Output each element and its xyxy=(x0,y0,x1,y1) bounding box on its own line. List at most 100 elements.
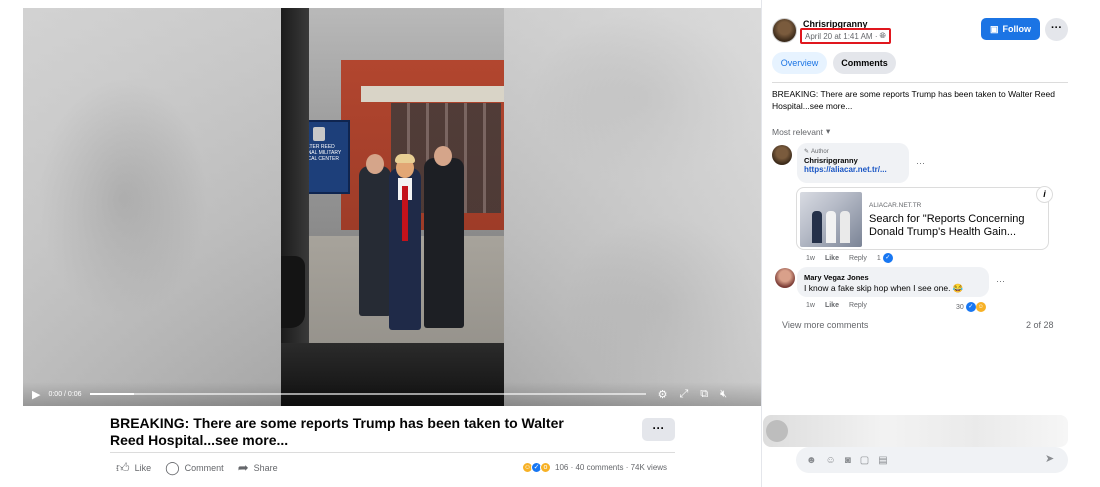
like-button[interactable]: 👍︎ Like xyxy=(116,460,151,476)
link-thumbnail xyxy=(800,192,862,247)
comment-reply-button[interactable]: Reply xyxy=(849,255,867,262)
car-mirror xyxy=(281,256,305,328)
video-progress-bar[interactable] xyxy=(89,393,646,395)
author-badge: ✎ Author xyxy=(804,148,902,156)
tab-comments[interactable]: Comments xyxy=(833,52,896,74)
share-arrow-icon: ➦ xyxy=(237,460,249,475)
reaction-count: 30 xyxy=(956,303,964,311)
comment-reaction-summary[interactable]: 30 ✓ ☺ xyxy=(956,302,986,312)
comment-bubble: Mary Vegaz Jones I know a fake skip hop … xyxy=(797,267,989,297)
comment-text: I know a fake skip hop when I see one. 😂 xyxy=(804,283,964,293)
panel-options-button[interactable]: ··· xyxy=(1045,18,1068,41)
link-title: Search for "Reports Concerning Donald Tr… xyxy=(869,213,1025,238)
video-blur-left xyxy=(23,8,281,406)
comment-meta: 1w Like Reply xyxy=(806,302,867,309)
thumbnail-figure xyxy=(812,211,822,243)
comment-reaction-count: 30 ✓ ☺ xyxy=(956,302,986,312)
timestamp-text: April 20 at 1:41 AM · xyxy=(805,31,878,41)
video-progress-fill xyxy=(89,393,135,395)
mute-volume-icon[interactable]: 🔇︎ xyxy=(720,388,727,401)
post-title[interactable]: BREAKING: There are some reports Trump h… xyxy=(110,415,580,449)
send-icon[interactable]: ➤ xyxy=(1045,452,1054,465)
info-icon[interactable]: i xyxy=(1036,186,1053,203)
comment-composer-toolbar[interactable]: ☻ ☺ ◙ ▢ ▤ xyxy=(796,447,1068,473)
emoji-icon[interactable]: ☺ xyxy=(826,455,836,466)
post-stats: ☺ ✓ o 106 · 40 comments · 74K views xyxy=(522,462,667,473)
comment-bubble: ✎ Author Chrisripgranny https://aliacar.… xyxy=(797,143,909,183)
gif-icon[interactable]: ▢ xyxy=(860,455,869,466)
picture-in-picture-icon[interactable]: ⧉ xyxy=(700,388,708,401)
comment-meta: 1w Like Reply 1 ✓ xyxy=(806,253,893,263)
page: WALTER REED NATIONAL MILITARY MEDICAL CE… xyxy=(0,0,1100,487)
settings-gear-icon[interactable]: ⚙ xyxy=(658,388,668,401)
link-preview-card[interactable]: ALIACAR.NET.TR Search for "Reports Conce… xyxy=(796,187,1049,250)
video-blur-right xyxy=(503,8,761,406)
comment-like-button[interactable]: Like xyxy=(825,302,839,309)
sign-crest-icon xyxy=(313,127,325,141)
share-button[interactable]: ➦ Share xyxy=(238,460,278,476)
follow-icon: ▣ xyxy=(989,23,999,34)
post-more-button[interactable]: ··· xyxy=(642,418,675,441)
reaction-icons[interactable]: ☺ ✓ o xyxy=(522,462,551,473)
pencil-icon: ✎ xyxy=(804,149,810,155)
reaction-count: 1 xyxy=(876,254,881,262)
author-badge-label: Author xyxy=(811,148,829,155)
person-right xyxy=(424,158,464,328)
divider xyxy=(110,452,675,453)
comment-more-button[interactable]: ··· xyxy=(996,276,1005,286)
link-domain: ALIACAR.NET.TR xyxy=(869,202,922,209)
share-label: Share xyxy=(253,463,278,473)
video-control-icons: ⚙ ⤢ ⧉ 🔇︎ xyxy=(658,388,727,401)
comment-age: 1w xyxy=(806,254,815,262)
person-left-head xyxy=(366,154,384,174)
thumbnail-figure xyxy=(826,211,836,243)
haha-reaction-icon: ☺ xyxy=(975,302,986,312)
thumbs-up-icon: 👍︎ xyxy=(116,460,130,475)
comment-label: Comment xyxy=(184,463,224,473)
like-label: Like xyxy=(134,463,152,473)
commenter-name[interactable]: Mary Vegaz Jones xyxy=(804,273,982,282)
commenter-name[interactable]: Chrisripgranny xyxy=(804,156,902,165)
tab-overview[interactable]: Overview xyxy=(772,52,827,74)
commenter-avatar[interactable] xyxy=(772,145,792,165)
fullscreen-icon[interactable]: ⤢ xyxy=(679,388,688,401)
author-avatar[interactable] xyxy=(772,18,797,43)
comment-reply-button[interactable]: Reply xyxy=(849,302,867,309)
chevron-down-icon: ▾ xyxy=(826,126,831,136)
viewer-avatar xyxy=(766,420,788,442)
person-left xyxy=(359,166,391,316)
wow-reaction-icon: o xyxy=(540,462,551,473)
post-actions: 👍︎ Like ◯ Comment ➦ Share xyxy=(116,460,278,476)
comment-sort-dropdown[interactable]: Most relevant ▾ xyxy=(772,126,830,137)
comment-like-button[interactable]: Like xyxy=(825,255,839,262)
view-more-comments-link[interactable]: View more comments xyxy=(782,320,868,330)
camera-icon[interactable]: ◙ xyxy=(845,455,851,466)
follow-label: Follow xyxy=(1002,24,1032,34)
comment-reaction-count[interactable]: 1 ✓ xyxy=(877,253,893,263)
comment-composer-blurred xyxy=(763,415,1068,447)
building-canopy xyxy=(361,86,504,102)
comment-link[interactable]: https://aliacar.net.tr/... xyxy=(804,165,902,174)
sticker-icon[interactable]: ▤ xyxy=(878,455,887,466)
post-timestamp[interactable]: April 20 at 1:41 AM · 🌐︎ xyxy=(800,28,891,44)
commenter-avatar[interactable] xyxy=(775,268,795,288)
divider xyxy=(772,82,1068,83)
thumbnail-figure xyxy=(840,211,850,243)
comment-more-button[interactable]: ··· xyxy=(916,158,925,168)
follow-button[interactable]: ▣ Follow xyxy=(981,18,1040,40)
comment-button[interactable]: ◯ Comment xyxy=(165,460,224,476)
person-center-tie xyxy=(402,186,408,241)
comment-age: 1w xyxy=(806,302,815,309)
video-player[interactable]: WALTER REED NATIONAL MILITARY MEDICAL CE… xyxy=(23,8,761,406)
globe-icon: 🌐︎ xyxy=(879,31,886,40)
avatar-sticker-icon[interactable]: ☻ xyxy=(806,455,817,466)
play-icon[interactable]: ▶ xyxy=(32,388,40,401)
sort-label: Most relevant xyxy=(772,126,824,137)
video-time: 0:00 / 0:06 xyxy=(48,390,82,398)
comment-bubble-icon: ◯ xyxy=(165,460,180,475)
video-frame: WALTER REED NATIONAL MILITARY MEDICAL CE… xyxy=(281,8,504,406)
post-stats-text[interactable]: 106 · 40 comments · 74K views xyxy=(555,463,667,472)
person-right-head xyxy=(434,146,452,166)
video-controls: ▶ 0:00 / 0:06 ⚙ ⤢ ⧉ 🔇︎ xyxy=(23,382,761,406)
post-description[interactable]: BREAKING: There are some reports Trump h… xyxy=(772,88,1066,112)
